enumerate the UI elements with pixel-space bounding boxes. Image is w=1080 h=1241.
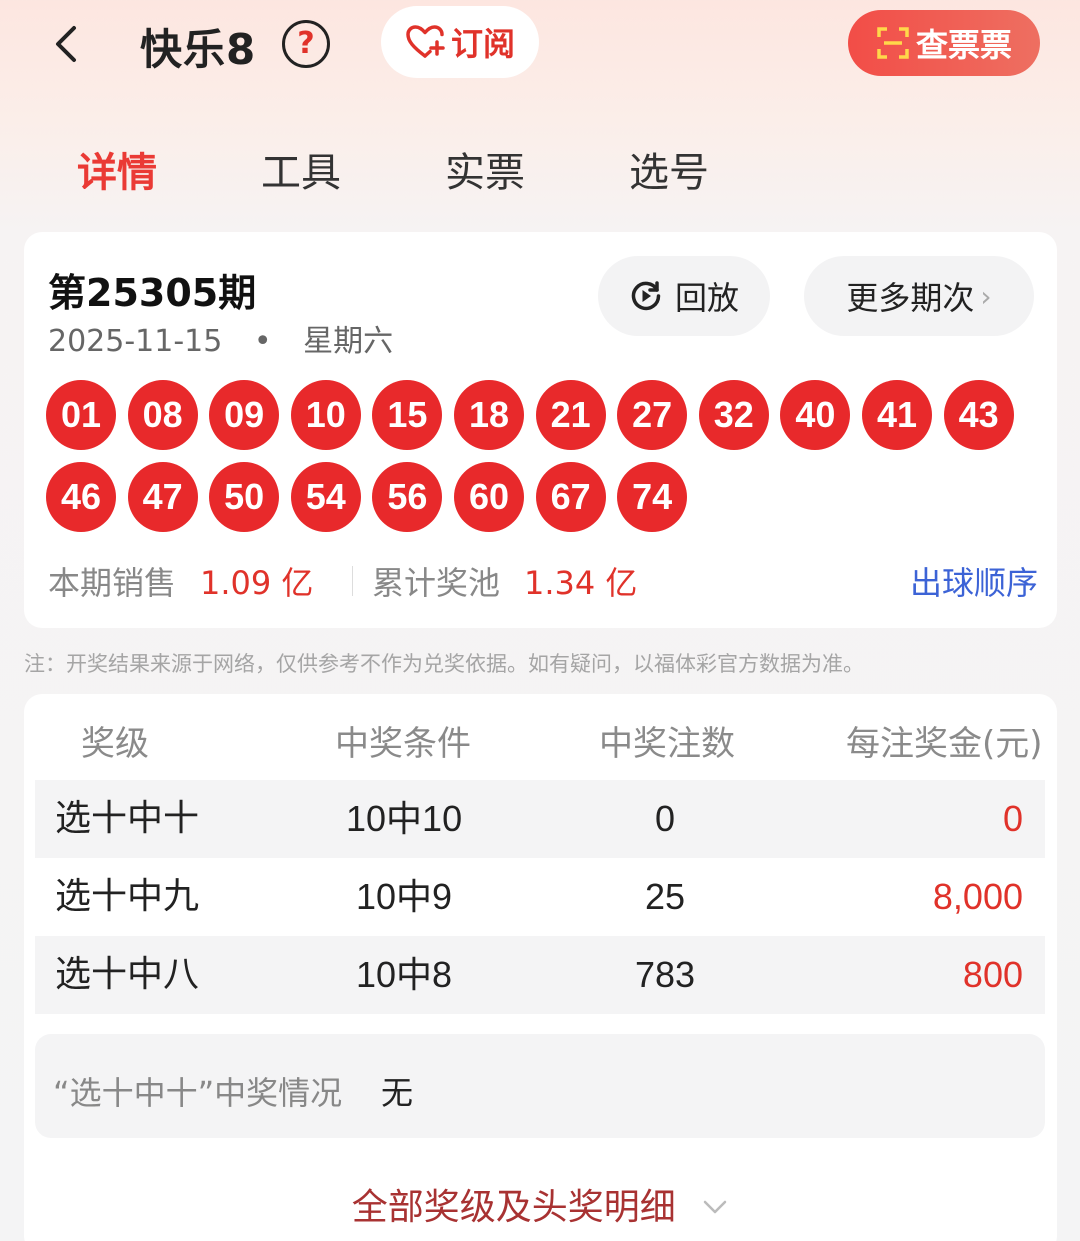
number-ball: 74	[617, 462, 688, 532]
number-ball: 56	[372, 462, 443, 532]
number-ball: 21	[535, 380, 606, 450]
prize-table-card: 奖级 中奖条件 中奖注数 每注奖金(元) 选十中十 10中10 0 0 选十中九…	[24, 694, 1057, 1241]
check-ticket-label: 查票票	[915, 26, 1012, 64]
number-ball: 08	[127, 380, 198, 450]
prize-amount: 0	[1002, 798, 1023, 839]
all-levels-label: 全部奖级及头奖明细	[351, 1187, 676, 1228]
table-row: 选十中八 10中8 783 800	[35, 936, 1045, 1014]
number-ball: 41	[862, 380, 932, 450]
divider	[352, 566, 353, 596]
jackpot-label: “选十中十”中奖情况	[53, 1074, 343, 1112]
number-ball: 43	[943, 380, 1014, 450]
tab-real-tickets[interactable]: 实票	[445, 140, 525, 198]
number-ball: 32	[698, 380, 769, 450]
replay-icon	[631, 281, 661, 311]
chevron-right-icon: ›	[980, 279, 992, 313]
all-levels-expander[interactable]: 全部奖级及头奖明细	[24, 1178, 1057, 1230]
pool-value: 1.34 亿	[524, 564, 638, 602]
header-amount: 每注奖金(元)	[846, 724, 1043, 764]
disclaimer-note: 注：开奖结果来源于网络，仅供参考不作为兑奖依据。如有疑问，以福体彩官方数据为准。	[24, 652, 864, 676]
number-ball: 01	[46, 380, 116, 450]
prize-condition: 10中8	[356, 954, 453, 995]
number-ball: 54	[290, 462, 361, 532]
chevron-left-icon	[56, 26, 76, 62]
prize-level: 选十中十	[55, 798, 200, 839]
draw-result-card: 第25305期 2025-11-15 • 星期六 回放 更多期次 › 01 08 0…	[24, 232, 1057, 628]
prize-condition: 10中9	[356, 876, 453, 917]
draw-weekday: 星期六	[303, 324, 394, 359]
more-issues-button[interactable]: 更多期次 ›	[804, 256, 1034, 336]
pool-label: 累计奖池	[372, 564, 501, 602]
tab-bar: 详情 工具 实票 选号	[0, 140, 1080, 210]
winner-count: 0	[655, 798, 676, 839]
number-ball: 27	[617, 380, 688, 450]
winner-count: 783	[635, 954, 696, 995]
prize-level: 选十中八	[55, 954, 200, 995]
prize-amount: 8,000	[932, 876, 1023, 917]
number-ball: 09	[209, 380, 280, 450]
more-issues-label: 更多期次	[846, 279, 975, 317]
replay-button[interactable]: 回放	[598, 256, 770, 336]
prize-amount: 800	[962, 954, 1023, 995]
table-row: 选十中十 10中10 0 0	[35, 780, 1045, 858]
tab-tools[interactable]: 工具	[261, 140, 341, 198]
number-ball: 60	[454, 462, 524, 532]
date-separator: •	[253, 324, 272, 359]
table-row: 选十中九 10中9 25 8,000	[35, 858, 1045, 936]
sales-value: 1.09 亿	[200, 564, 314, 602]
replay-label: 回放	[674, 279, 739, 317]
winner-count: 25	[645, 876, 686, 917]
header-condition: 中奖条件	[335, 724, 471, 764]
sales-label: 本期销售	[48, 564, 177, 602]
number-ball: 10	[290, 380, 361, 450]
back-button[interactable]	[44, 20, 92, 68]
scan-icon	[877, 27, 909, 59]
issue-number: 第25305期	[48, 271, 257, 315]
prize-condition: 10中10	[346, 798, 463, 839]
top-bar: 快乐8 ? 订阅 查票票	[0, 0, 1080, 90]
chevron-down-icon	[701, 1189, 729, 1230]
jackpot-winners-box: “选十中十”中奖情况 无	[35, 1034, 1045, 1138]
help-icon[interactable]: ?	[282, 20, 330, 68]
jackpot-value: 无	[381, 1074, 414, 1112]
page-title: 快乐8	[140, 25, 257, 74]
subscribe-button[interactable]: 订阅	[381, 6, 539, 78]
draw-date: 2025-11-15	[48, 324, 223, 359]
draw-date-line: 2025-11-15 • 星期六	[48, 316, 393, 360]
sales-row: 本期销售 1.09 亿 累计奖池 1.34 亿 出球顺序	[48, 558, 1038, 602]
header-level: 奖级	[81, 724, 149, 764]
number-ball: 15	[372, 380, 443, 450]
check-ticket-button[interactable]: 查票票	[848, 10, 1040, 76]
number-ball: 67	[535, 462, 606, 532]
number-ball: 40	[780, 380, 851, 450]
tab-details[interactable]: 详情	[77, 140, 157, 198]
header-count: 中奖注数	[599, 724, 735, 764]
subscribe-label: 订阅	[450, 25, 515, 63]
ball-order-link[interactable]: 出球顺序	[910, 558, 1038, 604]
tab-pick-numbers[interactable]: 选号	[629, 140, 709, 198]
number-ball: 50	[209, 462, 280, 532]
number-ball: 46	[46, 462, 116, 532]
heart-plus-icon	[406, 25, 445, 58]
prize-level: 选十中九	[55, 876, 200, 917]
number-ball: 18	[454, 380, 524, 450]
number-ball: 47	[127, 462, 198, 532]
